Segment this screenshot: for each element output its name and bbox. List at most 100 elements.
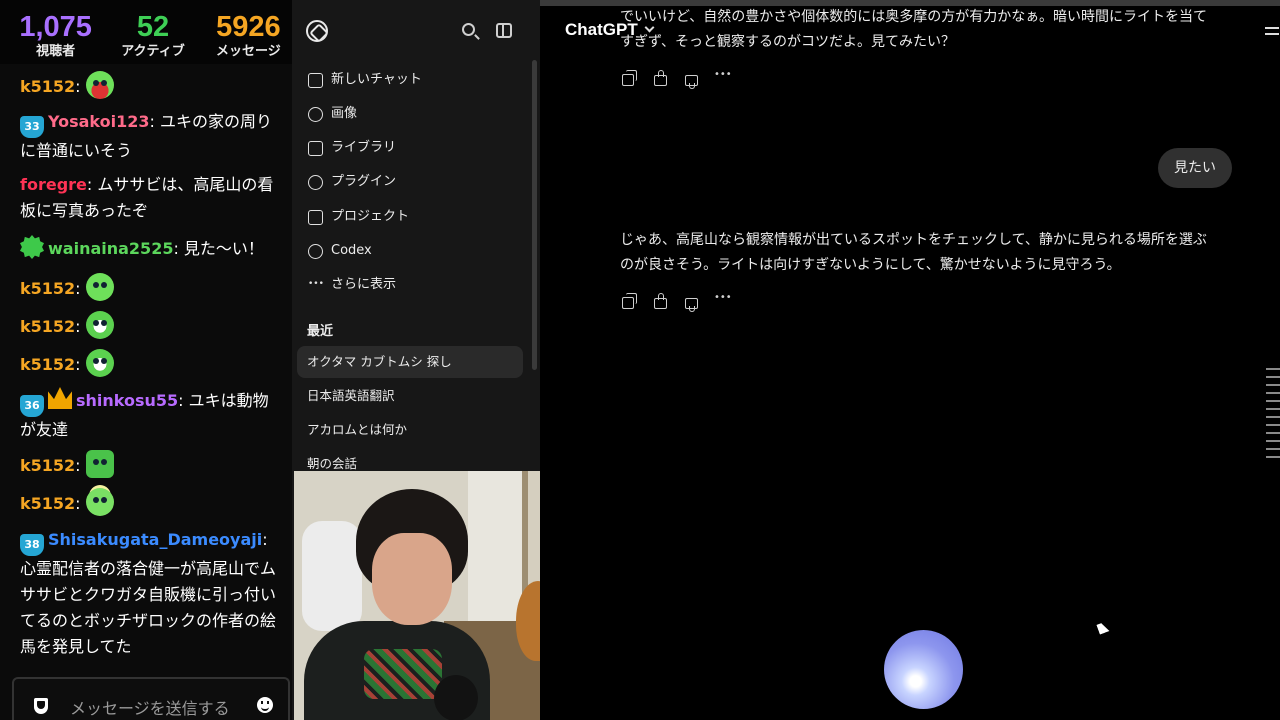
thumbs-up-icon[interactable] bbox=[651, 292, 669, 310]
sidebar-item-show-more[interactable]: さらに表示 bbox=[306, 270, 526, 299]
more-icon bbox=[308, 270, 324, 298]
shirt-print bbox=[364, 649, 442, 699]
chat-message: foregre: ムササビは、高尾山の看板に写真あったぞ bbox=[20, 172, 282, 224]
chat-username[interactable]: k5152 bbox=[20, 279, 75, 298]
recent-chat-item[interactable]: 日本語英語翻訳 bbox=[297, 380, 523, 412]
chat-username[interactable]: k5152 bbox=[20, 317, 75, 336]
chat-input-box[interactable]: メッセージを送信する bbox=[12, 677, 290, 720]
viewers-count: 1,075 bbox=[19, 11, 92, 43]
sidebar-item-label: さらに表示 bbox=[331, 277, 397, 292]
message-actions bbox=[620, 292, 732, 312]
sidebar-scrollbar[interactable] bbox=[532, 60, 537, 370]
chat-separator: : bbox=[75, 494, 81, 513]
voice-mode-orb[interactable] bbox=[884, 630, 963, 709]
active-count: 52 bbox=[136, 11, 170, 43]
chat-separator: : bbox=[75, 317, 81, 336]
chat-username[interactable]: k5152 bbox=[20, 355, 75, 374]
library-icon bbox=[308, 141, 323, 156]
sidebar-item-plugins[interactable]: プラグイン bbox=[306, 168, 526, 196]
chat-separator: : bbox=[75, 77, 81, 96]
plugin-icon bbox=[308, 175, 323, 190]
copy-icon[interactable] bbox=[620, 292, 638, 310]
assistant-message: じゃあ、高尾山なら観察情報が出ているスポットをチェックして、静かに見られる場所を… bbox=[620, 232, 1207, 273]
chat-message: k5152: bbox=[20, 349, 282, 378]
more-icon[interactable] bbox=[713, 292, 732, 310]
halo-emote bbox=[85, 488, 114, 516]
subscriber-badge-icon: 38 bbox=[20, 534, 44, 556]
sidebar-item-label: Codex bbox=[331, 243, 372, 258]
verified-badge-icon bbox=[20, 235, 44, 259]
chat-username[interactable]: wainaina2525 bbox=[48, 239, 173, 258]
settings-icon[interactable] bbox=[1265, 24, 1279, 38]
shield-icon[interactable] bbox=[34, 698, 48, 714]
mouse-cursor-icon bbox=[1096, 621, 1110, 635]
sidebar-item-label: プラグイン bbox=[331, 174, 397, 189]
messages-count: 5926 bbox=[216, 11, 281, 43]
emoji-picker-icon[interactable] bbox=[257, 697, 273, 713]
recent-chat-item[interactable]: オクタマ カブトムシ 探し bbox=[297, 346, 523, 378]
thumbs-down-icon[interactable] bbox=[682, 292, 700, 312]
chat-separator: : bbox=[75, 279, 81, 298]
webcam-pillow bbox=[302, 521, 362, 631]
chat-separator: : bbox=[262, 530, 268, 549]
chatgpt-main: ChatGPT でいいけど、自然の豊かさや個体数的には奥多摩の方が有力かなぁ。暗… bbox=[540, 6, 1280, 720]
sidebar-item-images[interactable]: 画像 bbox=[306, 100, 526, 128]
active-label: アクティブ bbox=[121, 44, 185, 59]
folder-icon bbox=[308, 210, 323, 225]
image-icon bbox=[308, 107, 323, 122]
chat-message: k5152: bbox=[20, 488, 282, 517]
messages-label: メッセージ bbox=[215, 44, 281, 59]
chat-text: 心霊配信者の落合健一が高尾山でムササビとクワガタ自販機に引っ付いてるのとボッチザ… bbox=[20, 559, 277, 656]
chat-username[interactable]: Shisakugata_Dameoyaji bbox=[48, 530, 262, 549]
chat-message: k5152: bbox=[20, 450, 282, 479]
sidebar-item-label: 新しいチャット bbox=[331, 72, 422, 87]
viewers-stat: 1,075 視聴者 bbox=[10, 0, 101, 64]
messages-stat: 5926 メッセージ bbox=[205, 0, 292, 64]
stream-chat-panel: 1,075 視聴者 52 アクティブ 5926 メッセージ k5152: 33 Y… bbox=[0, 0, 292, 720]
sidebar-item-codex[interactable]: Codex bbox=[306, 237, 526, 265]
chat-message: k5152: bbox=[20, 311, 282, 340]
scroll-indicator[interactable] bbox=[1266, 368, 1280, 458]
mask-emote bbox=[85, 311, 114, 339]
chat-input-placeholder[interactable]: メッセージを送信する bbox=[70, 695, 230, 719]
chat-username[interactable]: Yosakoi123 bbox=[48, 112, 150, 131]
chat-username[interactable]: k5152 bbox=[20, 494, 75, 513]
chat-separator: : bbox=[75, 355, 81, 374]
chat-text: 見た〜い！ bbox=[178, 239, 264, 258]
sidebar-item-label: プロジェクト bbox=[331, 209, 410, 224]
thumbs-up-icon[interactable] bbox=[651, 69, 669, 87]
thumbs-down-icon[interactable] bbox=[682, 69, 700, 89]
viewers-label: 視聴者 bbox=[36, 44, 76, 59]
chat-username[interactable]: foregre bbox=[20, 175, 87, 194]
chat-username[interactable]: shinkosu55 bbox=[76, 391, 178, 410]
chat-username[interactable]: k5152 bbox=[20, 456, 75, 475]
message-actions bbox=[620, 69, 732, 89]
sidebar-item-new-chat[interactable]: 新しいチャット bbox=[306, 66, 526, 94]
recent-chat-item[interactable]: アカロムとは何か bbox=[297, 414, 523, 446]
microphone bbox=[434, 675, 478, 720]
openai-logo-icon[interactable] bbox=[306, 20, 328, 42]
search-icon[interactable] bbox=[462, 23, 475, 36]
chat-message: 38 Shisakugata_Dameoyaji: 心霊配信者の落合健一が高尾山で… bbox=[20, 527, 282, 660]
chat-message: k5152: bbox=[20, 273, 282, 302]
assistant-message: でいいけど、自然の豊かさや個体数的には奥多摩の方が有力かなぁ。暗い時間にライトを… bbox=[620, 9, 1208, 50]
more-icon[interactable] bbox=[713, 69, 732, 87]
sidebar-item-library[interactable]: ライブラリ bbox=[306, 134, 526, 162]
sidebar-toggle-icon[interactable] bbox=[496, 23, 512, 38]
codex-icon bbox=[308, 244, 323, 259]
chat-username[interactable]: k5152 bbox=[20, 77, 75, 96]
chat-message: k5152: bbox=[20, 71, 282, 100]
mask-emote bbox=[85, 349, 114, 377]
edit-icon bbox=[308, 73, 323, 88]
sidebar-item-label: 画像 bbox=[331, 106, 358, 121]
chat-message: wainaina2525: 見た〜い！ bbox=[20, 235, 282, 262]
green-emote bbox=[85, 273, 114, 301]
stream-stats-bar: 1,075 視聴者 52 アクティブ 5926 メッセージ bbox=[0, 0, 292, 64]
copy-icon[interactable] bbox=[620, 69, 638, 87]
user-message: 見たい bbox=[1158, 148, 1232, 188]
sidebar-item-projects[interactable]: プロジェクト bbox=[306, 203, 526, 231]
sidebar-item-label: ライブラリ bbox=[331, 140, 397, 155]
subscriber-badge-icon: 36 bbox=[20, 395, 44, 417]
recent-heading: 最近 bbox=[307, 324, 334, 339]
chat-message: 36 shinkosu55: ユキは動物が友達 bbox=[20, 387, 282, 443]
